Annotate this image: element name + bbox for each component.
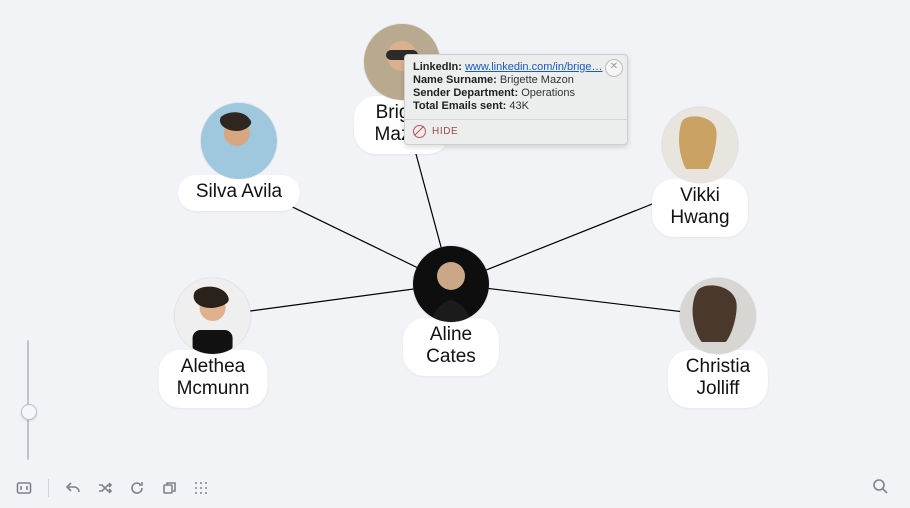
- node-label: Silva Avila: [178, 175, 300, 211]
- node-tooltip: ✕ LinkedIn: www.linkedin.com/in/brige… N…: [404, 54, 628, 145]
- toolbar-separator: [48, 479, 49, 497]
- hide-label: HIDE: [432, 126, 458, 137]
- tooltip-label: Sender Department:: [413, 87, 518, 99]
- tooltip-link[interactable]: www.linkedin.com/in/brige…: [465, 61, 603, 73]
- tooltip-value: Brigette Mazon: [500, 74, 574, 86]
- grid-icon[interactable]: [191, 478, 211, 498]
- node-label: ChristiaJolliff: [668, 350, 768, 408]
- slider-thumb[interactable]: [21, 404, 37, 420]
- tooltip-label: Total Emails sent:: [413, 100, 506, 112]
- zoom-slider[interactable]: [20, 340, 36, 460]
- node-alethea-mcmunn[interactable]: AletheaMcmunn: [159, 278, 268, 408]
- tooltip-value: Operations: [521, 87, 575, 99]
- fit-screen-icon[interactable]: [14, 478, 34, 498]
- node-aline-cates[interactable]: AlineCates: [403, 246, 499, 376]
- avatar: [413, 246, 489, 322]
- avatar: [201, 103, 277, 179]
- refresh-icon[interactable]: [127, 478, 147, 498]
- node-silva-avila[interactable]: Silva Avila: [178, 103, 300, 211]
- node-label: AletheaMcmunn: [159, 350, 268, 408]
- hide-button[interactable]: HIDE: [405, 119, 627, 144]
- shuffle-icon[interactable]: [95, 478, 115, 498]
- undo-icon[interactable]: [63, 478, 83, 498]
- node-label: VikkiHwang: [652, 179, 748, 237]
- node-label: AlineCates: [403, 318, 499, 376]
- close-icon[interactable]: ✕: [605, 59, 623, 77]
- graph-canvas[interactable]: AlineCates Brig…Maz… Silva Avila Alethea…: [0, 0, 910, 508]
- tooltip-value: 43K: [509, 100, 529, 112]
- tooltip-label: Name Surname:: [413, 74, 497, 86]
- bottom-toolbar: [14, 478, 211, 498]
- node-christia-jolliff[interactable]: ChristiaJolliff: [668, 278, 768, 408]
- avatar: [680, 278, 756, 354]
- search-icon[interactable]: [872, 478, 890, 496]
- avatar: [175, 278, 251, 354]
- tooltip-label: LinkedIn:: [413, 61, 462, 73]
- node-vikki-hwang[interactable]: VikkiHwang: [652, 107, 748, 237]
- duplicate-icon[interactable]: [159, 478, 179, 498]
- prohibit-icon: [413, 125, 426, 138]
- slider-track: [27, 340, 29, 460]
- avatar: [662, 107, 738, 183]
- tooltip-body: LinkedIn: www.linkedin.com/in/brige… Nam…: [405, 55, 627, 119]
